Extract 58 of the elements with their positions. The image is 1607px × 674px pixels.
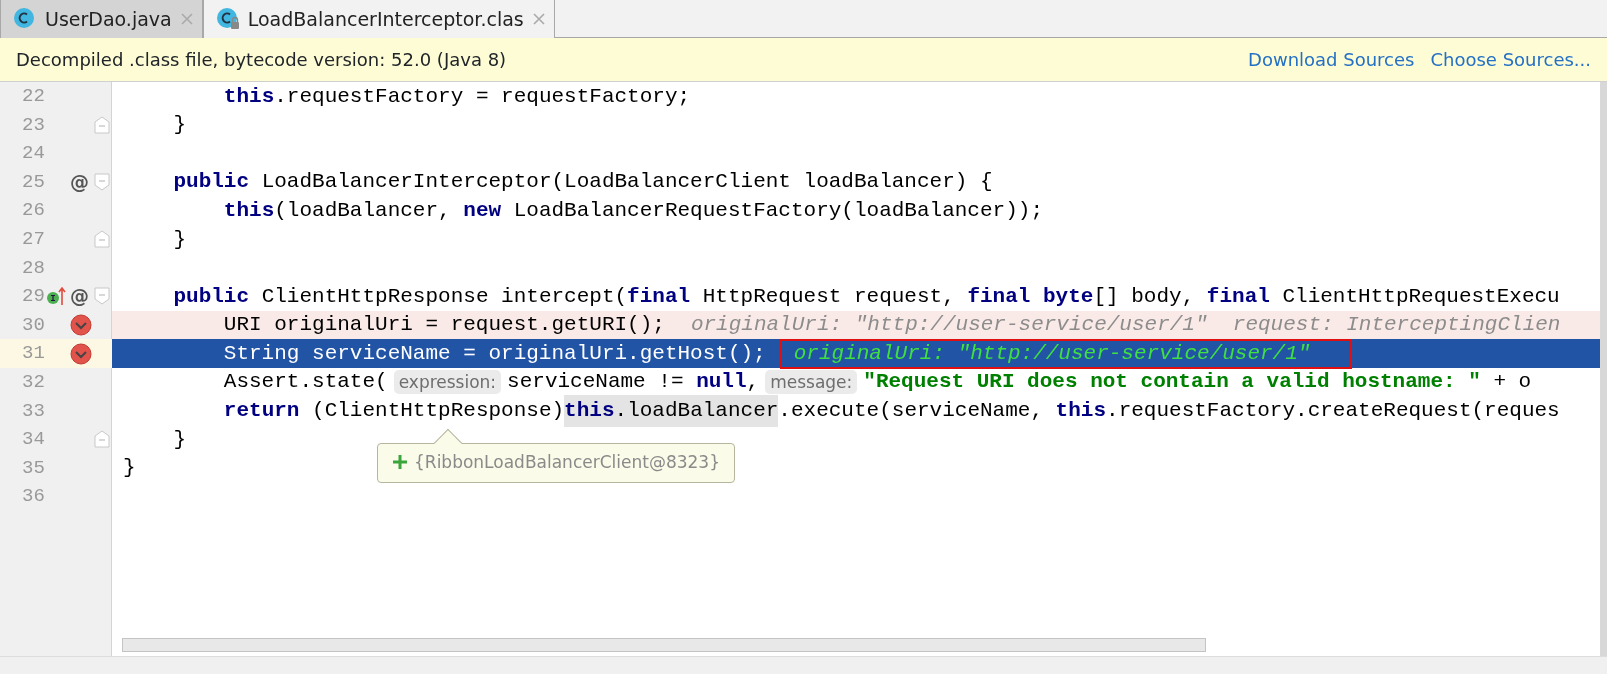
file-tab[interactable]: UserDao.java <box>0 0 203 38</box>
annotation-marker[interactable]: @ <box>70 167 89 197</box>
code-text: String serviceName = originalUri.getHost(); <box>222 340 766 367</box>
horizontal-scrollbar[interactable] <box>122 638 1206 652</box>
banner-link[interactable]: Download Sources <box>1248 46 1415 73</box>
line-number: 32 <box>21 370 46 395</box>
fold-icon[interactable] <box>94 287 110 306</box>
close-icon[interactable] <box>531 12 546 26</box>
code-text: } <box>123 455 136 482</box>
code-text: public ClientHttpResponse intercept(final HttpRequest request, final byte[] body, final ClientHttpRequestExecu <box>172 283 1560 310</box>
line-number: 26 <box>21 198 46 224</box>
close-icon[interactable] <box>179 12 194 26</box>
tab-label: UserDao.java <box>45 6 172 32</box>
code-text: .execute(serviceName, this.requestFactory.createRequest(reques <box>778 398 1560 425</box>
class-file-icon <box>215 7 240 31</box>
code-text: Assert.state( <box>222 369 388 396</box>
line-number: 30 <box>21 312 46 338</box>
implements-icon[interactable] <box>46 286 66 307</box>
code-text: } <box>172 112 186 139</box>
code-text: serviceName != null, <box>507 369 760 396</box>
line-number: 35 <box>21 455 46 481</box>
fold-icon[interactable] <box>94 173 110 192</box>
file-tab[interactable]: LoadBalancerInterceptor.clas <box>202 0 555 38</box>
plus-icon[interactable] <box>392 454 408 470</box>
inline-value-hint: originalUri: "http://user-service/user/1" <box>779 338 1353 369</box>
line-number: 28 <box>21 255 46 281</box>
line-number: 23 <box>21 112 46 138</box>
vertical-scrollbar[interactable] <box>1600 82 1607 656</box>
tooltip-text: {RibbonLoadBalancerClient@8323} <box>414 452 720 472</box>
code-text: } <box>172 226 186 253</box>
line-number: 25 <box>21 169 46 195</box>
line-number: 33 <box>21 398 46 424</box>
tab-label: LoadBalancerInterceptor.clas <box>247 6 524 32</box>
code-text: this(loadBalancer, new LoadBalancerRequestFactory(loadBalancer)); <box>222 197 1043 224</box>
line-number: 34 <box>21 427 46 453</box>
class-file-icon <box>13 7 37 31</box>
string-literal: "Request URI does not contain a valid hostname: " <box>863 369 1481 396</box>
line-number: 31 <box>21 341 46 367</box>
breakpoint-icon[interactable] <box>70 314 92 337</box>
line-number: 22 <box>21 84 46 110</box>
highlighted-reference: this.loadBalancer <box>564 395 779 427</box>
breakpoint-icon[interactable] <box>70 342 92 365</box>
line-number: 36 <box>21 484 46 510</box>
parameter-hint: expression: <box>393 370 502 395</box>
banner-link[interactable]: Choose Sources... <box>1430 46 1591 73</box>
annotation-marker[interactable]: @ <box>70 282 89 311</box>
code-text: public LoadBalancerInterceptor(LoadBalancerClient loadBalancer) { <box>172 169 993 196</box>
line-number: 24 <box>21 141 46 167</box>
code-text: } <box>172 426 186 453</box>
parameter-hint: message: <box>765 370 858 395</box>
inline-value-hint: originalUri: "http://user-service/user/1" request: InterceptingClien <box>690 312 1561 339</box>
code-text: URI originalUri = request.getURI(); <box>222 312 665 339</box>
line-number: 27 <box>21 227 46 252</box>
line-number: 29 <box>21 284 46 310</box>
code-text: + o <box>1492 369 1532 396</box>
decompiled-message: Decompiled .class file, bytecode version: 52.0 (Java 8) <box>16 48 507 72</box>
code-text: return (ClientHttpResponse) <box>222 398 565 425</box>
code-text: this.requestFactory = requestFactory; <box>222 83 691 110</box>
